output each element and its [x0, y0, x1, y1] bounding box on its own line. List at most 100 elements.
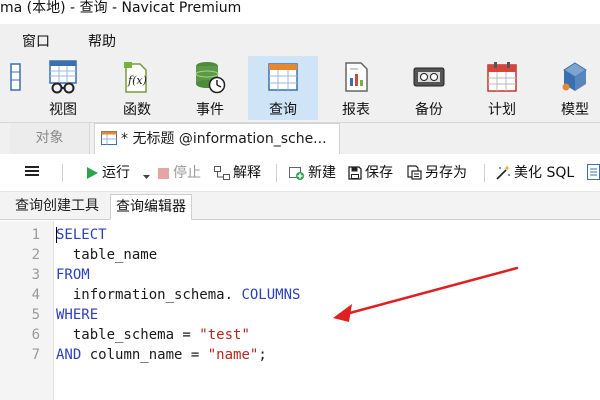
sql-editor[interactable]: 1 2 3 4 5 6 7 SELECT table_name FROM inf…: [0, 221, 600, 400]
new-label: 新建: [308, 165, 336, 181]
tab-bar: 对象 * 无标题 @information_sche...: [0, 122, 600, 155]
run-label: 运行: [102, 165, 130, 181]
toolbar-separator: [62, 164, 63, 182]
code-line: information_schema. COLUMNS: [56, 285, 301, 305]
tab-query-builder[interactable]: 查询创建工具: [10, 194, 104, 220]
explain-icon: [214, 166, 230, 180]
sql-keyword: SELECT: [56, 227, 107, 243]
save-as-button[interactable]: 另存为: [407, 163, 467, 183]
sql-keyword: FROM: [56, 267, 90, 283]
query-toolbar: 运行 停止 解释 新建 保存 另存为 美化 SQL: [0, 154, 600, 192]
ribbon-backup-label: 备份: [415, 102, 443, 118]
function-icon: f(x): [124, 62, 147, 93]
stop-button[interactable]: 停止: [157, 163, 201, 183]
hamburger-menu-button[interactable]: [24, 162, 43, 182]
menu-help[interactable]: 帮助: [88, 31, 116, 51]
line-number: 2: [31, 247, 40, 263]
toolbar-separator: [484, 164, 485, 182]
code-line: AND column_name = "name";: [56, 345, 267, 365]
chevron-down-icon: [143, 175, 150, 179]
sql-terminator: ;: [258, 347, 267, 363]
ribbon-function-button[interactable]: f(x) 函数: [102, 56, 172, 120]
magic-wand-icon: [496, 165, 511, 180]
sql-keyword: AND: [56, 347, 82, 363]
sql-identifier: information_schema.: [56, 287, 242, 303]
new-button[interactable]: 新建: [289, 163, 336, 183]
ribbon-view-label: 视图: [49, 102, 77, 118]
ribbon-model-button[interactable]: 模型: [540, 56, 600, 120]
save-button[interactable]: 保存: [348, 163, 393, 183]
model-icon: [562, 62, 587, 91]
tab-query-editor[interactable]: 查询编辑器: [110, 194, 192, 220]
play-icon: [87, 167, 98, 179]
sql-identifier: column_name =: [81, 347, 208, 363]
line-number: 4: [31, 287, 40, 303]
text-cursor: [56, 227, 57, 243]
save-label: 保存: [365, 165, 393, 181]
document-icon: [587, 164, 600, 180]
svg-text:f(x): f(x): [127, 74, 147, 87]
code-line: WHERE: [56, 305, 98, 325]
ribbon-partial-button[interactable]: [0, 56, 21, 120]
event-icon: [195, 62, 226, 94]
run-dropdown-button[interactable]: [143, 163, 153, 183]
editor-subtabs: 查询创建工具 查询编辑器: [0, 192, 600, 220]
stop-label: 停止: [173, 165, 201, 181]
code-line: SELECT: [56, 225, 107, 245]
ribbon-schedule-label: 计划: [488, 102, 516, 118]
line-number: 1: [31, 227, 40, 243]
code-line: table_schema = "test": [56, 325, 250, 345]
tab-objects[interactable]: 对象: [10, 123, 90, 154]
ribbon-report-button[interactable]: 报表: [321, 56, 391, 120]
menu-window[interactable]: 窗口: [22, 31, 50, 51]
ribbon-report-label: 报表: [342, 102, 370, 118]
hamburger-icon: [25, 166, 39, 176]
line-number: 3: [31, 267, 40, 283]
sql-string: "test": [199, 327, 250, 343]
window-title: ma (本地) - 查询 - Navicat Premium: [0, 0, 242, 16]
tab-query-label: * 无标题 @information_sche...: [121, 131, 327, 147]
run-button[interactable]: 运行: [86, 163, 130, 183]
explain-label: 解释: [233, 165, 261, 181]
save-icon: [348, 166, 362, 180]
line-number: 7: [31, 347, 40, 363]
ribbon-view-button[interactable]: 视图: [28, 56, 98, 120]
ribbon-backup-button[interactable]: 备份: [394, 56, 464, 120]
sql-identifier: table_name: [56, 247, 158, 263]
report-icon: [345, 62, 368, 92]
sql-identifier: table_schema =: [56, 327, 200, 343]
ribbon-model-label: 模型: [561, 102, 589, 118]
tab-query-untitled[interactable]: * 无标题 @information_sche...: [94, 123, 340, 155]
new-query-icon: [289, 167, 304, 180]
line-number-gutter: 1 2 3 4 5 6 7: [0, 221, 54, 400]
code-line: FROM: [56, 265, 90, 285]
ribbon-event-button[interactable]: 事件: [175, 56, 245, 120]
sql-keyword: COLUMNS: [241, 287, 301, 303]
ribbon-query-button[interactable]: 查询: [248, 56, 318, 120]
ribbon-function-label: 函数: [123, 102, 151, 118]
beautify-sql-label: 美化 SQL: [514, 165, 575, 181]
line-number: 5: [31, 307, 40, 323]
line-number: 6: [31, 327, 40, 343]
menu-bar: 窗口 帮助: [0, 24, 600, 54]
toolbar-separator: [276, 164, 277, 182]
save-as-label: 另存为: [425, 165, 467, 181]
beautify-sql-button[interactable]: 美化 SQL: [495, 163, 574, 183]
stop-icon: [158, 168, 169, 179]
backup-icon: [413, 67, 445, 87]
sql-string: "name": [207, 347, 259, 363]
title-bar: ma (本地) - 查询 - Navicat Premium: [0, 0, 600, 24]
ribbon-query-label: 查询: [269, 102, 297, 118]
schedule-icon: [487, 62, 517, 92]
sql-keyword: WHERE: [56, 307, 99, 323]
view-icon: [49, 60, 77, 94]
ribbon-schedule-button[interactable]: 计划: [467, 56, 537, 120]
query-tab-icon: [101, 131, 117, 145]
code-line: table_name: [56, 245, 157, 265]
save-as-icon: [407, 165, 422, 180]
query-icon: [268, 63, 298, 91]
ribbon-toolbar: 视图 f(x) 函数 事件 查询 报表 备份 计划 模型: [0, 54, 600, 122]
toolbar-overflow-button[interactable]: [587, 163, 600, 183]
ribbon-event-label: 事件: [196, 102, 224, 118]
explain-button[interactable]: 解释: [214, 163, 261, 183]
